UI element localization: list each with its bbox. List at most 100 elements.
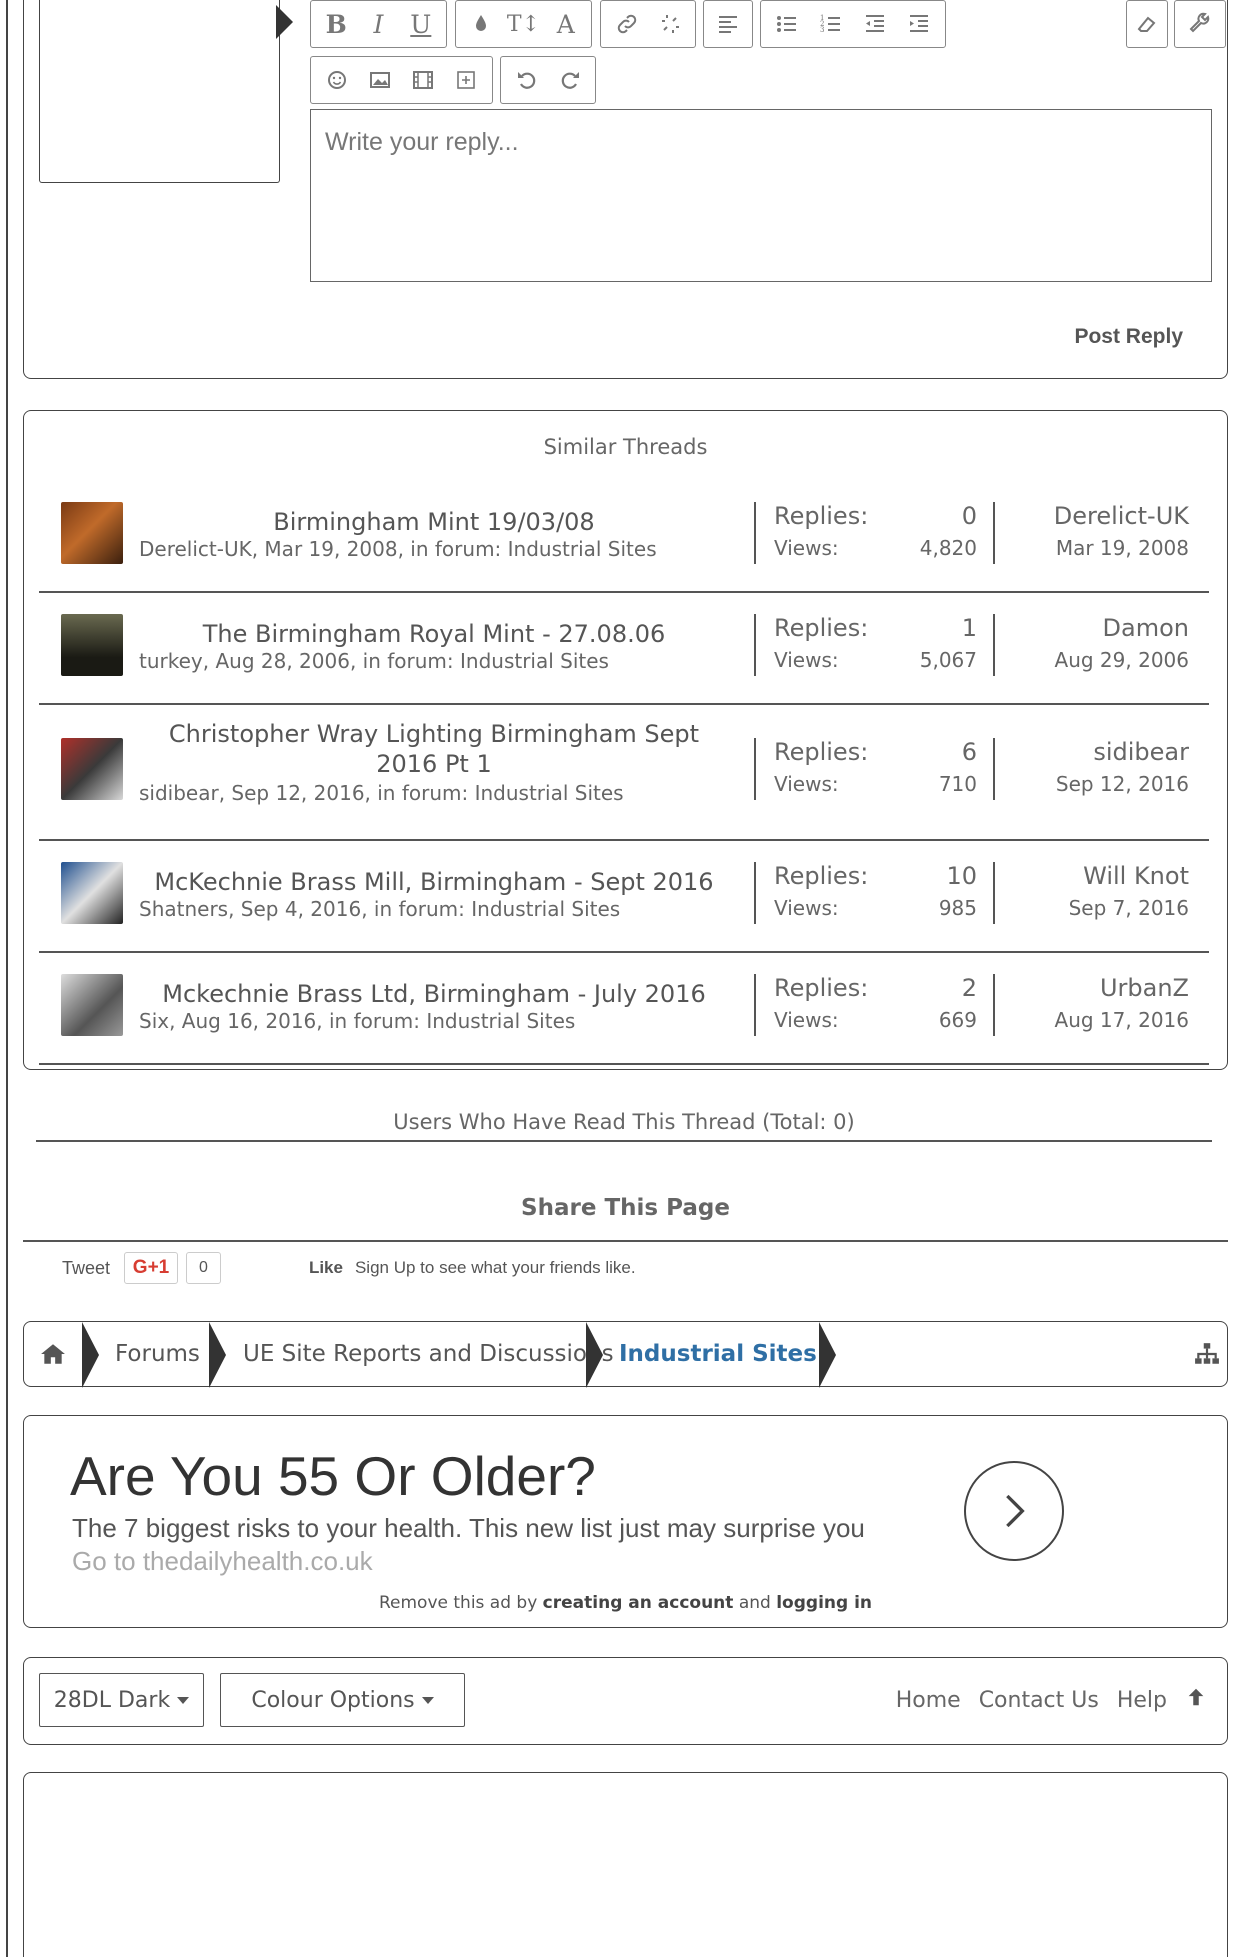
- thread-starter-avatar[interactable]: [61, 502, 123, 564]
- similar-threads-title: Similar Threads: [543, 435, 708, 459]
- footer-contact-link[interactable]: Contact Us: [979, 1688, 1099, 1713]
- create-account-link[interactable]: creating an account: [543, 1593, 734, 1613]
- thread-info: Birmingham Mint 19/03/08: [139, 507, 729, 537]
- insert-group: [310, 56, 493, 104]
- views-label: Views:: [774, 772, 839, 796]
- last-post-info: Will Knot Sep 7, 2016: [989, 862, 1189, 920]
- reply-textarea[interactable]: Write your reply...: [310, 109, 1212, 282]
- breadcrumb-forums[interactable]: Forums: [115, 1322, 200, 1386]
- media-icon[interactable]: [405, 63, 441, 97]
- italic-button[interactable]: I: [360, 7, 396, 41]
- thread-meta: Derelict-UK, Mar 19, 2008, in forum: Ind…: [139, 537, 657, 561]
- font-family-button[interactable]: A: [548, 7, 584, 41]
- login-link[interactable]: logging in: [776, 1593, 872, 1613]
- last-post-user[interactable]: UrbanZ: [989, 974, 1189, 1002]
- tools-group: [1174, 0, 1226, 48]
- similar-threads-panel: Similar Threads Birmingham Mint 19/03/08…: [23, 410, 1228, 1070]
- last-post-user[interactable]: Will Knot: [989, 862, 1189, 890]
- thread-stats: Replies: 6 Views: 710: [754, 738, 995, 800]
- bullet-list-icon[interactable]: [769, 7, 805, 41]
- text-style-group: B I U: [310, 0, 447, 48]
- breadcrumb-separator: [819, 1322, 836, 1388]
- footer-bar: 28DL Dark Colour Options Home Contact Us…: [23, 1657, 1228, 1745]
- align-left-icon[interactable]: [710, 7, 746, 41]
- footer-home-link[interactable]: Home: [896, 1688, 961, 1713]
- indent-icon[interactable]: [901, 7, 937, 41]
- thread-starter-avatar[interactable]: [61, 862, 123, 924]
- color-icon[interactable]: [463, 7, 499, 41]
- underline-button[interactable]: U: [403, 7, 439, 41]
- thread-title-link[interactable]: Mckechnie Brass Ltd, Birmingham - July 2…: [139, 979, 729, 1009]
- footer-links: Home Contact Us Help: [878, 1673, 1207, 1727]
- ad-chevron-right-icon[interactable]: [964, 1461, 1064, 1561]
- ad-headline[interactable]: Are You 55 Or Older?: [70, 1444, 596, 1508]
- footer-help-link[interactable]: Help: [1117, 1688, 1167, 1713]
- outdent-icon[interactable]: [857, 7, 893, 41]
- replies-count: 6: [961, 738, 977, 766]
- tweet-button[interactable]: Tweet: [62, 1258, 110, 1279]
- share-buttons: Tweet G+1 0 Like Sign Up to see what you…: [62, 1250, 636, 1286]
- thread-title-link[interactable]: McKechnie Brass Mill, Birmingham - Sept …: [139, 867, 729, 897]
- views-label: Views:: [774, 1008, 839, 1032]
- sitemap-icon[interactable]: [1194, 1322, 1220, 1386]
- breadcrumb-separator: [209, 1322, 226, 1388]
- page-left-border: [6, 0, 8, 1957]
- thread-meta: Shatners, Sep 4, 2016, in forum: Industr…: [139, 897, 621, 921]
- home-icon[interactable]: [40, 1322, 66, 1386]
- remove-format-group: [1126, 0, 1168, 48]
- unlink-icon[interactable]: [652, 7, 688, 41]
- breadcrumb-industrial-sites[interactable]: Industrial Sites: [619, 1322, 817, 1386]
- numbered-list-icon[interactable]: 123: [813, 7, 849, 41]
- user-avatar[interactable]: [39, 0, 280, 183]
- views-count: 985: [938, 896, 977, 920]
- thread-starter-avatar[interactable]: [61, 614, 123, 676]
- post-reply-button[interactable]: Post Reply: [1074, 325, 1183, 349]
- thread-starter-avatar[interactable]: [61, 738, 123, 800]
- last-post-date: Aug 17, 2016: [1054, 1008, 1189, 1032]
- breadcrumb: Forums UE Site Reports and Discussions I…: [23, 1321, 1228, 1388]
- thread-info: Christopher Wray Lighting Birmingham Sep…: [139, 719, 729, 779]
- colour-options-button[interactable]: Colour Options: [220, 1673, 465, 1727]
- bold-button[interactable]: B: [318, 7, 354, 41]
- eraser-icon[interactable]: [1131, 7, 1163, 41]
- reply-editor: B I U T↕ A 1 2 3 Write your reply...: [310, 0, 1226, 282]
- replies-label: Replies:: [774, 974, 869, 1002]
- font-size-button[interactable]: T↕: [505, 7, 541, 41]
- replies-count: 2: [961, 974, 977, 1002]
- thread-stats: Replies: 0 Views: 4,820: [754, 502, 995, 564]
- last-post-user[interactable]: sidibear: [989, 738, 1189, 766]
- link-icon[interactable]: [609, 7, 645, 41]
- style-chooser-button[interactable]: 28DL Dark: [39, 1673, 204, 1727]
- link-group: [600, 0, 696, 48]
- avatar-pointer: [276, 5, 293, 39]
- thread-starter-avatar[interactable]: [61, 974, 123, 1036]
- ad-subline: The 7 biggest risks to your health. This…: [72, 1513, 865, 1543]
- thread-title-link[interactable]: The Birmingham Royal Mint - 27.08.06: [139, 619, 729, 649]
- views-label: Views:: [774, 648, 839, 672]
- thread-readers: Users Who Have Read This Thread (Total: …: [36, 1110, 1212, 1142]
- last-post-user[interactable]: Derelict-UK: [989, 502, 1189, 530]
- redo-icon[interactable]: [552, 63, 588, 97]
- breadcrumb-ue-site-reports[interactable]: UE Site Reports and Discussions: [243, 1322, 614, 1386]
- arrow-up-icon[interactable]: [1185, 1686, 1207, 1714]
- insert-plus-icon[interactable]: [448, 63, 484, 97]
- share-divider: [23, 1240, 1228, 1242]
- breadcrumb-separator: [82, 1322, 99, 1388]
- image-icon[interactable]: [362, 63, 398, 97]
- thread-title-link[interactable]: Christopher Wray Lighting Birmingham Sep…: [139, 719, 729, 779]
- ad-url[interactable]: Go to thedailyhealth.co.uk: [72, 1546, 373, 1577]
- google-plus-button[interactable]: G+1: [124, 1252, 179, 1284]
- facebook-like-text: Sign Up to see what your friends like.: [354, 1258, 636, 1277]
- last-post-user[interactable]: Damon: [989, 614, 1189, 642]
- facebook-like-button[interactable]: Like: [309, 1258, 343, 1278]
- editor-toolbar: B I U T↕ A 1 2 3: [310, 0, 1226, 109]
- thread-title-link[interactable]: Birmingham Mint 19/03/08: [139, 507, 729, 537]
- wrench-icon[interactable]: [1182, 7, 1218, 41]
- thread-meta-wrap: sidibear, Sep 12, 2016, in forum: Indust…: [139, 781, 729, 807]
- thread-meta-wrap: Shatners, Sep 4, 2016, in forum: Industr…: [139, 897, 729, 923]
- svg-text:3: 3: [820, 26, 824, 34]
- undo-icon[interactable]: [509, 63, 545, 97]
- thread-meta-wrap: Derelict-UK, Mar 19, 2008, in forum: Ind…: [139, 537, 729, 563]
- last-post-date: Sep 12, 2016: [1055, 772, 1189, 796]
- smiley-icon[interactable]: [319, 63, 355, 97]
